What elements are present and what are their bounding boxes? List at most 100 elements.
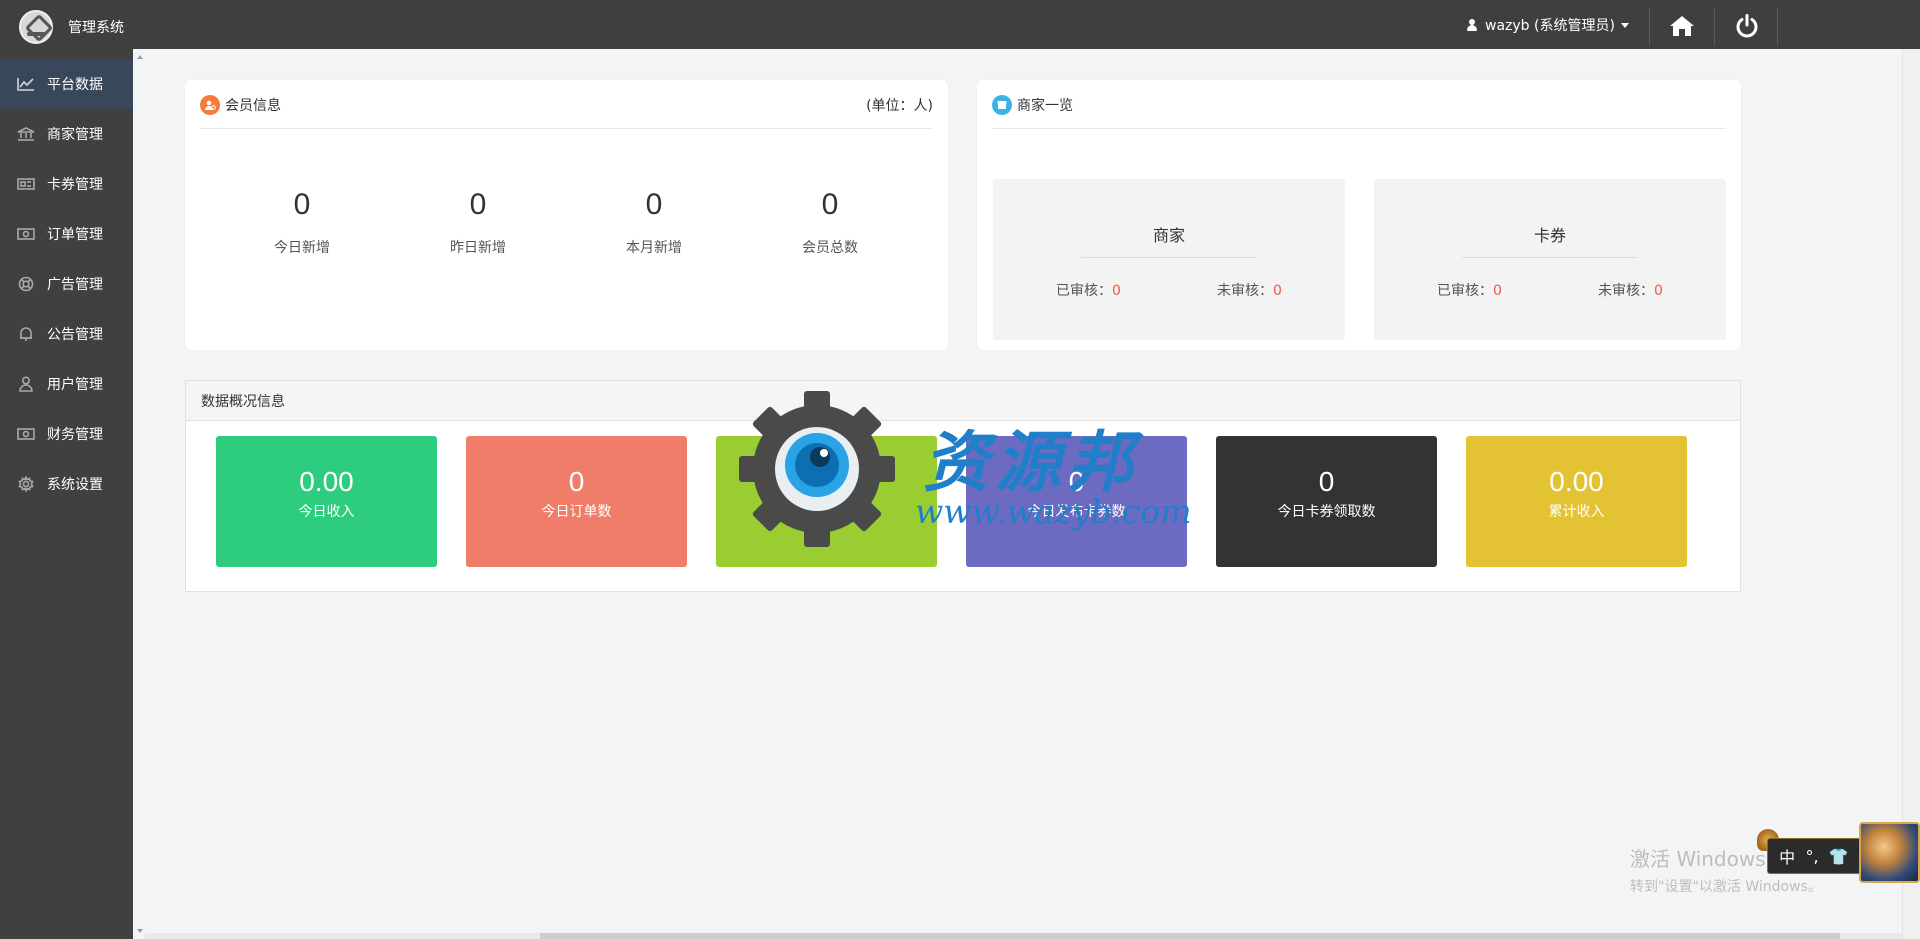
sidebar: 平台数据 商家管理 卡券管理 订单管理 广告管理 公告管理 用户管理 财务管理 … <box>0 49 133 939</box>
approved-label: 已审核： <box>1056 283 1112 299</box>
sidebar-item-label: 系统设置 <box>47 477 103 493</box>
user-menu[interactable]: wazyb (系统管理员) <box>1467 15 1629 35</box>
chevron-down-icon <box>1620 23 1629 28</box>
stat-month-new: 0 本月新增 <box>566 190 742 257</box>
ime-mode[interactable]: 中 <box>1779 844 1795 868</box>
horizontal-scrollbar[interactable] <box>145 933 1902 939</box>
coupon-summary-box: 卡券 已审核：0 未审核：0 <box>1374 179 1726 340</box>
divider <box>1462 257 1638 258</box>
stat-value: 0 <box>293 188 311 221</box>
stat-label: 本月新增 <box>626 240 682 256</box>
inner-scrollbar[interactable] <box>133 49 145 939</box>
scrollbar-thumb[interactable] <box>540 933 1840 939</box>
sidebar-item-user[interactable]: 用户管理 <box>0 359 133 409</box>
tile-total-income[interactable]: 0.00 累计收入 <box>1466 436 1687 567</box>
member-icon <box>200 95 220 115</box>
ime-toolbar[interactable]: 中 °, 👕 <box>1767 838 1861 874</box>
tile-label: 今日卡券领取数 <box>1277 504 1376 520</box>
tile-value: 0 <box>1318 466 1335 497</box>
user-label: wazyb (系统管理员) <box>1485 18 1615 34</box>
sidebar-item-coupon[interactable]: 卡券管理 <box>0 159 133 209</box>
tile-today-orders[interactable]: 0 今日订单数 <box>466 436 687 567</box>
user-icon <box>1467 19 1477 31</box>
ime-skin-icon[interactable]: 👕 <box>1829 847 1849 866</box>
box-title: 商家 <box>1152 226 1185 245</box>
money-icon <box>15 426 37 442</box>
sidebar-item-label: 用户管理 <box>47 377 103 393</box>
unit-label: (单位：人) <box>866 98 933 114</box>
tile-value: 0.00 <box>1549 466 1604 497</box>
sidebar-item-platform-data[interactable]: 平台数据 <box>0 59 133 109</box>
scroll-down-icon[interactable] <box>137 929 143 933</box>
sidebar-item-notice[interactable]: 公告管理 <box>0 309 133 359</box>
money-icon <box>15 226 37 242</box>
tile-label: 今日收入 <box>298 504 355 520</box>
pending-label: 未审核： <box>1598 283 1654 299</box>
sidebar-item-label: 订单管理 <box>47 227 103 243</box>
sidebar-item-label: 卡券管理 <box>47 177 103 193</box>
site-watermark: 资源邦 www.wazyb.com <box>735 389 1192 549</box>
bell-icon <box>15 326 37 342</box>
approved-value: 0 <box>1493 283 1502 299</box>
life-ring-icon <box>15 276 37 292</box>
approved-count: 已审核：0 <box>1437 280 1502 300</box>
member-info-card: 会员信息 (单位：人) 0 今日新增 0 昨日新增 0 本月新增 0 会员总数 <box>185 80 948 350</box>
gear-icon <box>15 476 37 492</box>
approved-value: 0 <box>1112 283 1121 299</box>
scroll-up-icon[interactable] <box>137 55 143 59</box>
card-title: 商家一览 <box>992 95 1073 115</box>
sidebar-item-order[interactable]: 订单管理 <box>0 209 133 259</box>
sidebar-item-label: 广告管理 <box>47 277 103 293</box>
logo[interactable] <box>19 10 53 44</box>
page-scrollbar[interactable] <box>1902 49 1920 939</box>
stat-yesterday-new: 0 昨日新增 <box>390 190 566 257</box>
card-header: 会员信息 (单位：人) <box>200 95 933 129</box>
tile-label: 今日订单数 <box>541 504 612 520</box>
ime-punctuation[interactable]: °, <box>1805 847 1818 866</box>
card-header: 商家一览 <box>992 95 1726 129</box>
stat-value: 0 <box>821 188 839 221</box>
approved-count: 已审核：0 <box>1056 280 1121 300</box>
sidebar-item-label: 平台数据 <box>47 77 103 93</box>
app-title: 管理系统 <box>68 20 124 36</box>
user-icon <box>15 376 37 392</box>
stat-today-new: 0 今日新增 <box>214 190 390 257</box>
merchant-overview-card: 商家一览 商家 已审核：0 未审核：0 卡券 已审核：0 未审核：0 <box>977 80 1741 350</box>
sidebar-item-label: 商家管理 <box>47 127 103 143</box>
pending-value: 0 <box>1273 283 1282 299</box>
power-icon <box>1736 14 1758 38</box>
tile-today-income[interactable]: 0.00 今日收入 <box>216 436 437 567</box>
divider <box>1649 8 1650 46</box>
pending-count: 未审核：0 <box>1598 280 1663 300</box>
ime-avatar[interactable] <box>1859 822 1920 883</box>
home-icon <box>1670 16 1694 36</box>
stat-label: 昨日新增 <box>450 240 506 256</box>
watermark-name: 资源邦 <box>923 423 1139 501</box>
stat-member-total: 0 会员总数 <box>742 190 918 257</box>
line-chart-icon <box>15 76 37 92</box>
activation-subtitle: 转到"设置"以激活 Windows。 <box>1630 879 1822 895</box>
divider <box>1714 8 1715 46</box>
card-title: 会员信息 <box>200 95 281 115</box>
home-button[interactable] <box>1653 6 1711 46</box>
sidebar-item-ads[interactable]: 广告管理 <box>0 259 133 309</box>
store-icon <box>992 95 1012 115</box>
sidebar-item-label: 财务管理 <box>47 427 103 443</box>
tile-today-coupons-claimed[interactable]: 0 今日卡券领取数 <box>1216 436 1437 567</box>
sidebar-item-finance[interactable]: 财务管理 <box>0 409 133 459</box>
sidebar-item-label: 公告管理 <box>47 327 103 343</box>
logout-button[interactable] <box>1718 6 1776 46</box>
approved-label: 已审核： <box>1437 283 1493 299</box>
box-title: 卡券 <box>1533 226 1566 245</box>
bank-icon <box>15 126 37 142</box>
watermark-url: www.wazyb.com <box>915 492 1192 531</box>
divider <box>1777 8 1778 46</box>
sidebar-item-settings[interactable]: 系统设置 <box>0 459 133 509</box>
stat-label: 会员总数 <box>802 240 858 256</box>
pending-count: 未审核：0 <box>1217 280 1282 300</box>
divider <box>1081 257 1257 258</box>
ticket-icon <box>15 176 37 192</box>
sidebar-item-merchant[interactable]: 商家管理 <box>0 109 133 159</box>
stat-value: 0 <box>645 188 663 221</box>
stat-label: 今日新增 <box>274 240 330 256</box>
